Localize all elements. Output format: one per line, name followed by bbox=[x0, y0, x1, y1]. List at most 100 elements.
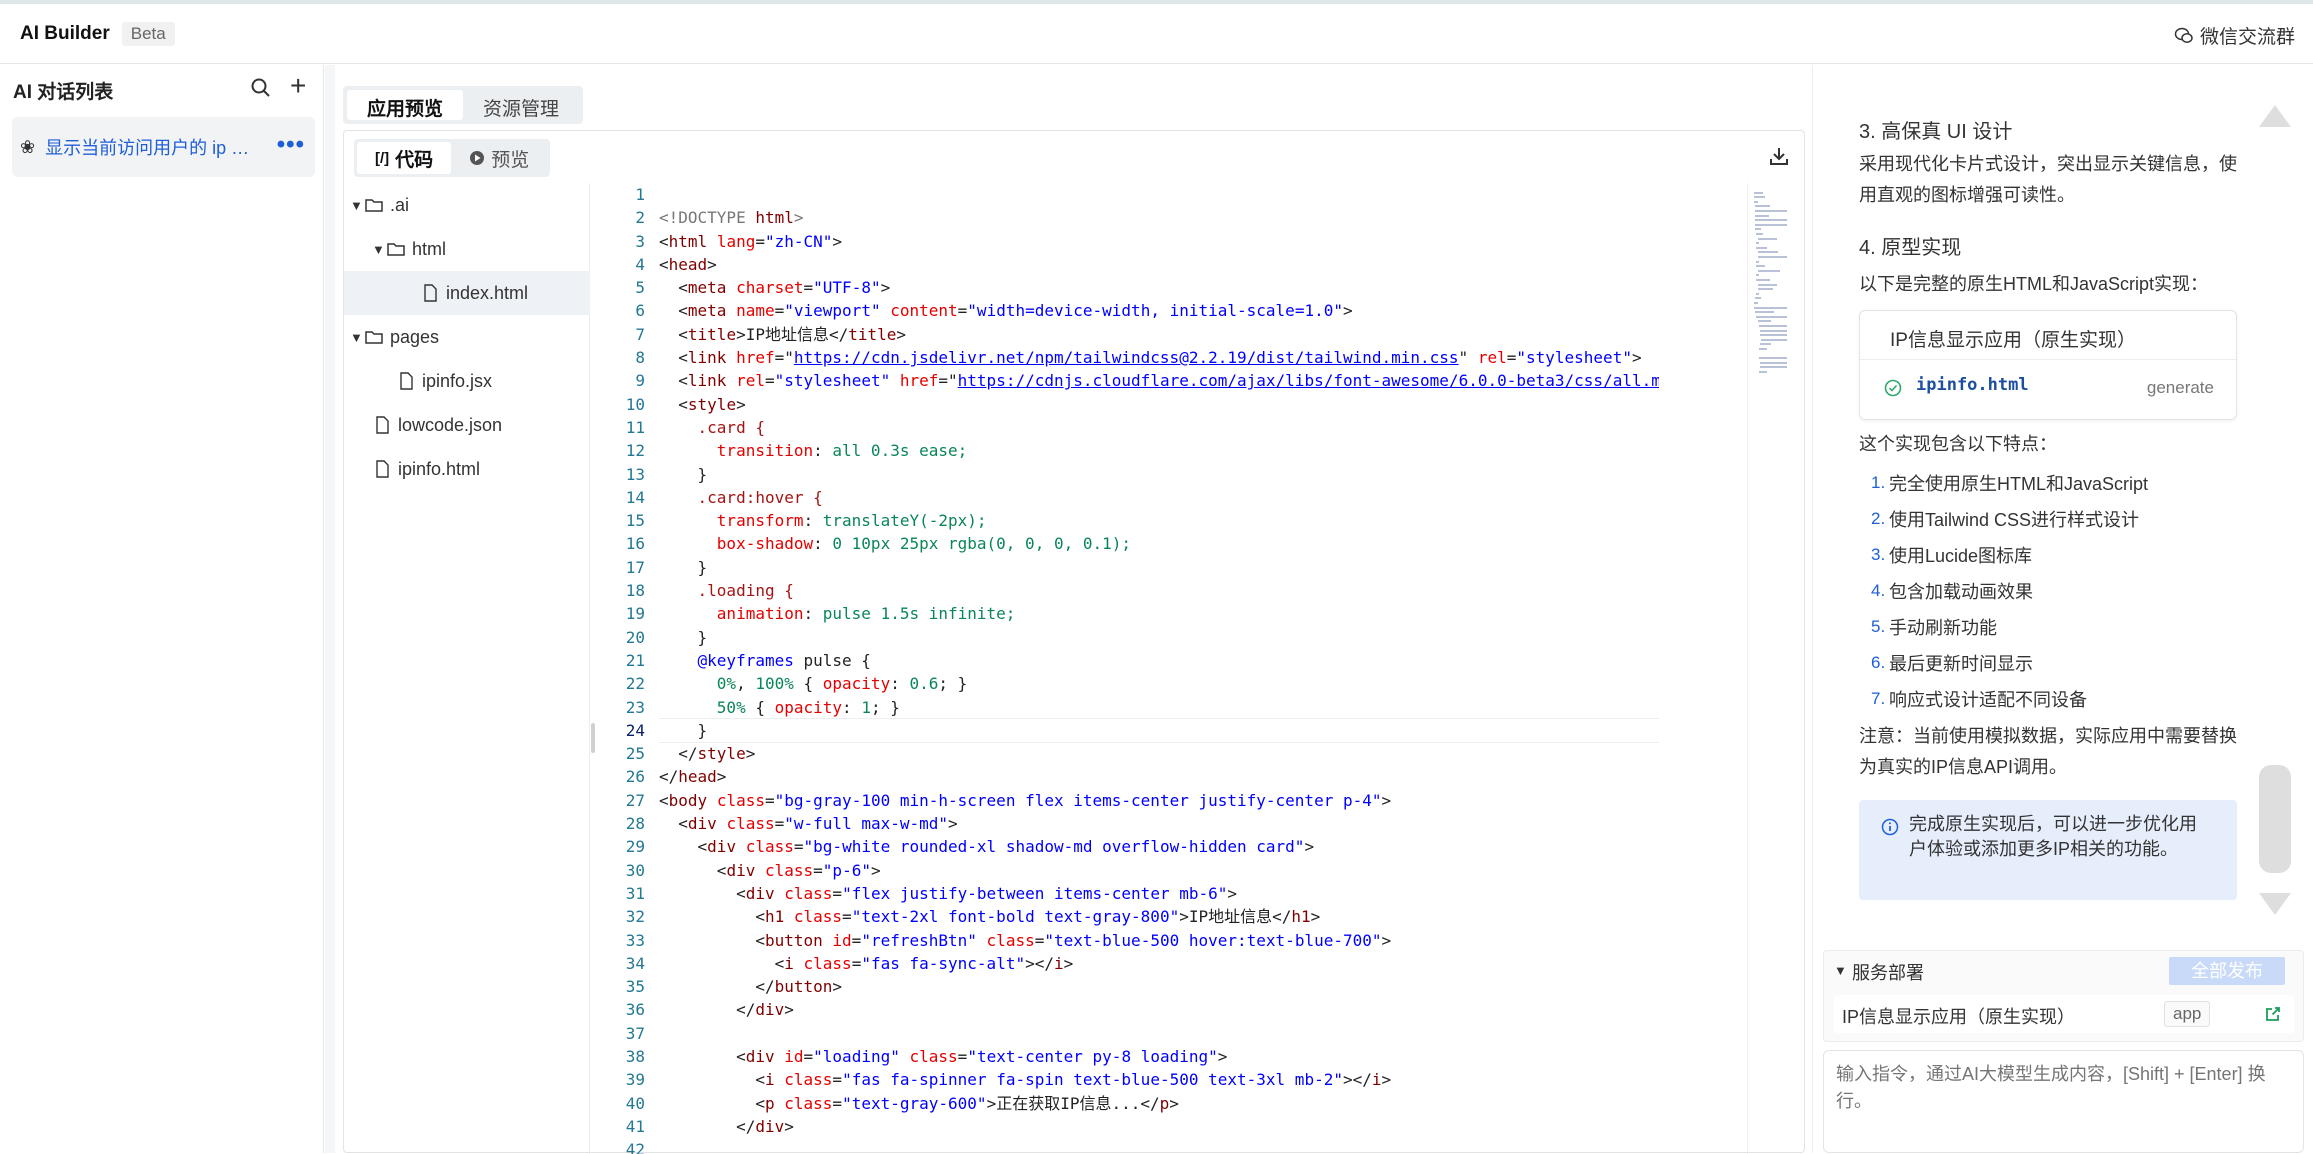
tab-app-preview[interactable]: 应用预览 bbox=[347, 90, 464, 120]
feature-text: 最后更新时间显示 bbox=[1889, 654, 2033, 674]
code-line[interactable]: </button> bbox=[659, 975, 1659, 998]
download-icon[interactable] bbox=[1768, 145, 1790, 167]
code-line[interactable]: } bbox=[659, 626, 1659, 649]
code-line[interactable] bbox=[659, 183, 1659, 206]
code-line[interactable]: </div> bbox=[659, 998, 1659, 1021]
code-line[interactable]: @keyframes pulse { bbox=[659, 649, 1659, 672]
minimap-line bbox=[1754, 200, 1758, 203]
code-line[interactable] bbox=[659, 1022, 1659, 1045]
minimap-line bbox=[1755, 297, 1762, 300]
scroll-down-arrow[interactable] bbox=[2259, 893, 2291, 915]
tree-file-index-html[interactable]: index.html bbox=[344, 271, 590, 315]
line-number: 40 bbox=[625, 1093, 645, 1113]
code-line[interactable]: <!DOCTYPE html> bbox=[659, 206, 1659, 229]
tab-resource-management[interactable]: 资源管理 bbox=[463, 90, 579, 120]
code-line[interactable]: <div class="flex justify-between items-c… bbox=[659, 882, 1659, 905]
code-line[interactable]: <div class="bg-white rounded-xl shadow-m… bbox=[659, 835, 1659, 858]
tab-code-label: 代码 bbox=[395, 149, 434, 171]
code-line[interactable]: <meta charset="UTF-8"> bbox=[659, 276, 1659, 299]
code-line[interactable]: <div class="w-full max-w-md"> bbox=[659, 812, 1659, 835]
code-line[interactable]: 50% { opacity: 1; } bbox=[659, 696, 1659, 719]
code-line[interactable]: .card { bbox=[659, 416, 1659, 439]
minimap-line bbox=[1755, 219, 1787, 222]
minimap-line bbox=[1755, 205, 1770, 208]
code-line[interactable]: } bbox=[659, 556, 1659, 579]
tree-folder-html[interactable]: ▼ html bbox=[344, 227, 590, 271]
code-line[interactable]: <i class="fas fa-spinner fa-spin text-bl… bbox=[659, 1068, 1659, 1091]
code-line[interactable]: </div> bbox=[659, 1115, 1659, 1138]
code-line[interactable]: </style> bbox=[659, 742, 1659, 765]
code-line[interactable]: <style> bbox=[659, 393, 1659, 416]
tab-preview[interactable]: 预览 bbox=[451, 142, 547, 174]
external-link-icon[interactable] bbox=[2264, 1005, 2282, 1023]
code-line[interactable]: <h1 class="text-2xl font-bold text-gray-… bbox=[659, 905, 1659, 928]
code-content[interactable]: <!DOCTYPE html> <html lang="zh-CN"> <head>… bbox=[659, 183, 1659, 1154]
tree-folder-ai[interactable]: ▼ .ai bbox=[344, 183, 590, 227]
prompt-input[interactable] bbox=[1836, 1061, 2291, 1121]
code-line[interactable]: transition: all 0.3s ease; bbox=[659, 439, 1659, 462]
code-line[interactable]: <head> bbox=[659, 253, 1659, 276]
minimap-line bbox=[1755, 228, 1761, 231]
caret-down-icon: ▼ bbox=[372, 241, 385, 257]
code-line[interactable]: <meta name="viewport" content="width=dev… bbox=[659, 299, 1659, 322]
code-line[interactable]: .loading { bbox=[659, 579, 1659, 602]
feature-number: 4. bbox=[1871, 581, 1886, 600]
tree-file-ipinfo-jsx[interactable]: ipinfo.jsx bbox=[344, 359, 590, 403]
plus-icon[interactable]: + bbox=[290, 72, 306, 100]
deploy-app-tag: app bbox=[2164, 1001, 2211, 1027]
wechat-group-link[interactable]: 微信交流群 bbox=[2174, 22, 2295, 49]
code-line[interactable]: <p class="text-gray-600">正在获取IP信息...</p> bbox=[659, 1092, 1659, 1115]
scroll-up-arrow[interactable] bbox=[2259, 105, 2291, 127]
line-number: 6 bbox=[635, 301, 645, 321]
deploy-app-row[interactable]: IP信息显示应用（原生实现） app bbox=[1834, 995, 2294, 1033]
search-icon[interactable] bbox=[250, 77, 272, 99]
code-line[interactable]: </head> bbox=[659, 765, 1659, 788]
code-line[interactable]: } bbox=[659, 463, 1659, 486]
code-line[interactable]: <html lang="zh-CN"> bbox=[659, 230, 1659, 253]
code-line[interactable] bbox=[659, 1138, 1659, 1154]
code-line[interactable]: transform: translateY(-2px); bbox=[659, 509, 1659, 532]
conversation-label: 显示当前访问用户的 ip … bbox=[45, 138, 250, 158]
line-number: 19 bbox=[625, 604, 645, 624]
code-line[interactable]: animation: pulse 1.5s infinite; bbox=[659, 602, 1659, 625]
chat-scroll-thumb[interactable] bbox=[2259, 765, 2291, 873]
generated-file-card[interactable]: IP信息显示应用（原生实现） ipinfo.html generate bbox=[1859, 310, 2237, 420]
code-editor[interactable]: 1 2 3 4 5 6 7 8 9 10 11 12 13 14 15 16 17 18 19 20 21 22 23 24 2… bbox=[597, 183, 1787, 1154]
minimap-line bbox=[1757, 251, 1778, 254]
tree-label: lowcode.json bbox=[398, 414, 503, 435]
code-line[interactable]: .card:hover { bbox=[659, 486, 1659, 509]
minimap-line bbox=[1756, 274, 1760, 277]
conversation-item[interactable]: ❀ 显示当前访问用户的 ip … ••• bbox=[12, 117, 315, 177]
more-icon[interactable]: ••• bbox=[277, 131, 305, 159]
prompt-input-box[interactable] bbox=[1823, 1050, 2304, 1153]
minimap-line bbox=[1756, 242, 1760, 245]
caret-down-icon[interactable]: ▼ bbox=[1834, 963, 1847, 978]
line-number: 39 bbox=[625, 1070, 645, 1090]
tree-label: index.html bbox=[446, 282, 529, 303]
code-line[interactable]: <div class="p-6"> bbox=[659, 859, 1659, 882]
tree-file-ipinfo-html[interactable]: ipinfo.html bbox=[344, 447, 590, 491]
tree-folder-pages[interactable]: ▼ pages bbox=[344, 315, 590, 359]
line-number: 29 bbox=[625, 837, 645, 857]
publish-all-button[interactable]: 全部发布 bbox=[2169, 957, 2285, 985]
code-line[interactable]: <link rel="stylesheet" href="https://cdn… bbox=[659, 369, 1659, 392]
tab-code[interactable]: [/] 代码 bbox=[357, 142, 452, 174]
tree-file-lowcode-json[interactable]: lowcode.json bbox=[344, 403, 590, 447]
deploy-app-name: IP信息显示应用（原生实现） bbox=[1842, 1007, 2076, 1027]
code-line[interactable]: } bbox=[659, 717, 1659, 744]
code-line[interactable]: <body class="bg-gray-100 min-h-screen fl… bbox=[659, 789, 1659, 812]
code-line[interactable]: <div id="loading" class="text-center py-… bbox=[659, 1045, 1659, 1068]
tab-preview-label: 预览 bbox=[491, 149, 530, 171]
code-line[interactable]: 0%, 100% { opacity: 0.6; } bbox=[659, 672, 1659, 695]
code-line[interactable]: <link href="https://cdn.jsdelivr.net/npm… bbox=[659, 346, 1659, 369]
line-number: 28 bbox=[625, 814, 645, 834]
code-minimap[interactable] bbox=[1747, 183, 1787, 1154]
minimap-line bbox=[1754, 196, 1766, 199]
splitter-grip[interactable] bbox=[591, 723, 595, 753]
chat-messages[interactable]: 3. 高保真 UI 设计 采用现代化卡片式设计，突出显示关键信息，使用直观的图标… bbox=[1813, 65, 2313, 945]
code-line[interactable]: <button id="refreshBtn" class="text-blue… bbox=[659, 929, 1659, 952]
code-line[interactable]: box-shadow: 0 10px 25px rgba(0, 0, 0, 0.… bbox=[659, 532, 1659, 555]
code-line[interactable]: <i class="fas fa-sync-alt"></i> bbox=[659, 952, 1659, 975]
code-line[interactable]: <title>IP地址信息</title> bbox=[659, 323, 1659, 346]
file-card-filename[interactable]: ipinfo.html bbox=[1916, 375, 2029, 395]
